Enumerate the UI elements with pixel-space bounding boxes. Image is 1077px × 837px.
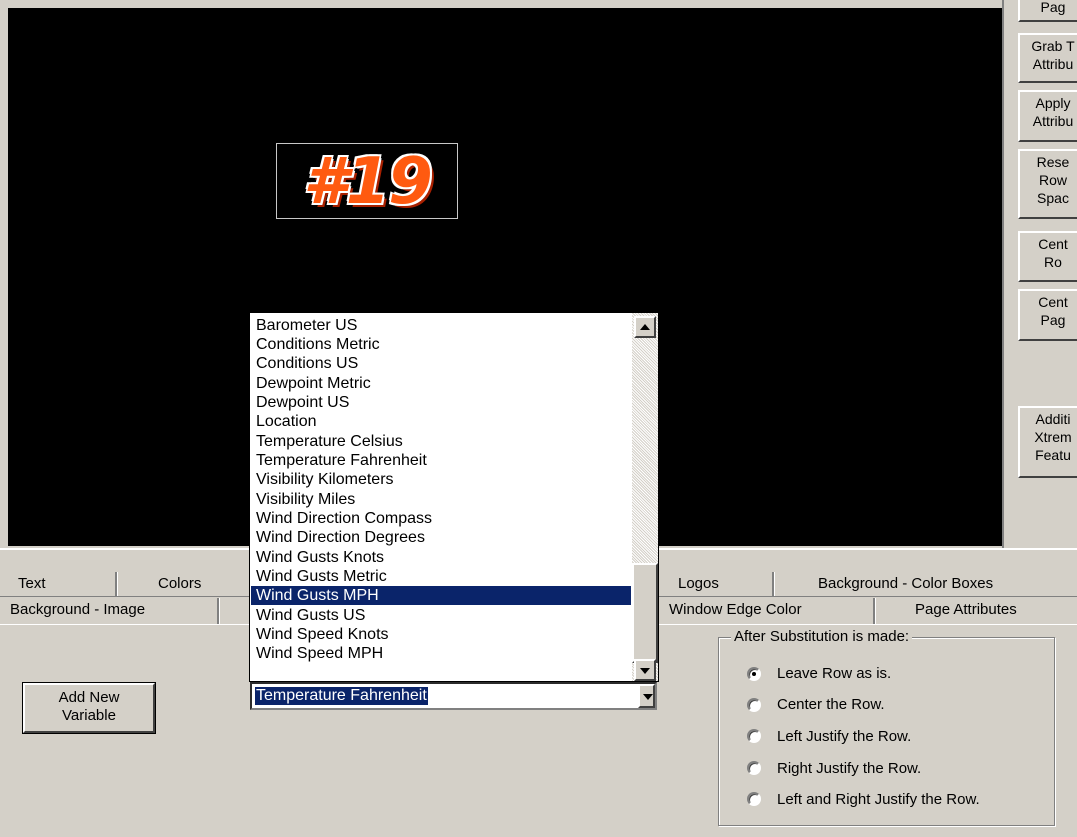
additional-xtreme-features-button[interactable]: Additi Xtrem Featu [1018,406,1077,478]
list-item[interactable]: Visibility Miles [256,490,631,509]
grab-text-attributes-button[interactable]: Grab T Attribu [1018,33,1077,83]
radio-label[interactable]: Left and Right Justify the Row. [777,791,980,809]
list-item[interactable]: Barometer US [256,316,631,335]
page-button[interactable]: Pag [1018,0,1077,22]
variable-select-dropdown-button[interactable] [638,684,655,708]
list-item[interactable]: Wind Gusts US [256,606,631,625]
chevron-down-icon [643,694,653,700]
tab-window-edge-color[interactable]: Window Edge Color [669,601,802,618]
radio-center-row[interactable] [747,698,761,712]
list-item[interactable]: Wind Gusts Knots [256,548,631,567]
tab-background-image[interactable]: Background - Image [10,601,145,618]
list-item[interactable]: Wind Direction Compass [256,509,631,528]
radio-label[interactable]: Left Justify the Row. [777,728,911,746]
list-item[interactable]: Wind Gusts Metric [256,567,631,586]
apply-attributes-button[interactable]: Apply Attribu [1018,90,1077,142]
tab-background-color-boxes[interactable]: Background - Color Boxes [818,575,993,592]
group-title: After Substitution is made: [731,628,913,646]
tab-divider [772,572,775,596]
chevron-up-icon [640,324,650,330]
variable-dropdown-list[interactable]: Barometer US Conditions Metric Condition… [249,312,659,682]
radio-label[interactable]: Center the Row. [777,696,885,714]
list-item[interactable]: Conditions US [256,354,631,373]
variable-select[interactable]: Temperature Fahrenheit [250,682,657,710]
center-row-button[interactable]: Cent Ro [1018,231,1077,282]
tab-divider [217,598,220,624]
tab-page-attributes[interactable]: Page Attributes [915,601,1017,618]
list-item[interactable]: Wind Speed MPH [256,644,631,663]
list-item[interactable]: Location [256,412,631,431]
center-page-button[interactable]: Cent Pag [1018,289,1077,341]
list-item[interactable]: Wind Speed Knots [256,625,631,644]
add-new-variable-button[interactable]: Add New Variable [22,682,156,734]
list-item[interactable]: Visibility Kilometers [256,470,631,489]
radio-checked-dot [752,672,756,676]
list-item[interactable]: Dewpoint Metric [256,374,631,393]
radio-leave-row[interactable] [747,667,761,681]
tab-colors[interactable]: Colors [158,575,201,592]
tab-logos[interactable]: Logos [678,575,719,592]
logo-text: #19 [303,145,433,219]
right-tool-panel: Pag Grab T Attribu Apply Attribu Rese Ro… [1002,0,1077,548]
tab-divider [873,598,876,624]
list-item[interactable]: Temperature Celsius [256,432,631,451]
scroll-down-button[interactable] [634,659,656,681]
radio-label[interactable]: Right Justify the Row. [777,760,921,778]
list-item[interactable]: Dewpoint US [256,393,631,412]
list-item[interactable]: Wind Direction Degrees [256,528,631,547]
scroll-up-button[interactable] [634,316,656,338]
radio-right-justify[interactable] [747,761,761,775]
radio-left-right-justify[interactable] [747,792,761,806]
variable-select-value: Temperature Fahrenheit [255,687,428,705]
list-item[interactable]: Temperature Fahrenheit [256,451,631,470]
list-item-selected[interactable]: Wind Gusts MPH [251,586,631,605]
chevron-down-icon [640,668,650,674]
tab-divider [115,572,118,596]
tab-text[interactable]: Text [18,575,46,592]
radio-label[interactable]: Leave Row as is. [777,665,891,683]
radio-left-justify[interactable] [747,729,761,743]
logo-text-box[interactable]: #19 [276,143,458,219]
scrollbar-thumb[interactable] [632,563,658,663]
reset-row-spacing-button[interactable]: Rese Row Spac [1018,149,1077,219]
list-item[interactable]: Conditions Metric [256,335,631,354]
